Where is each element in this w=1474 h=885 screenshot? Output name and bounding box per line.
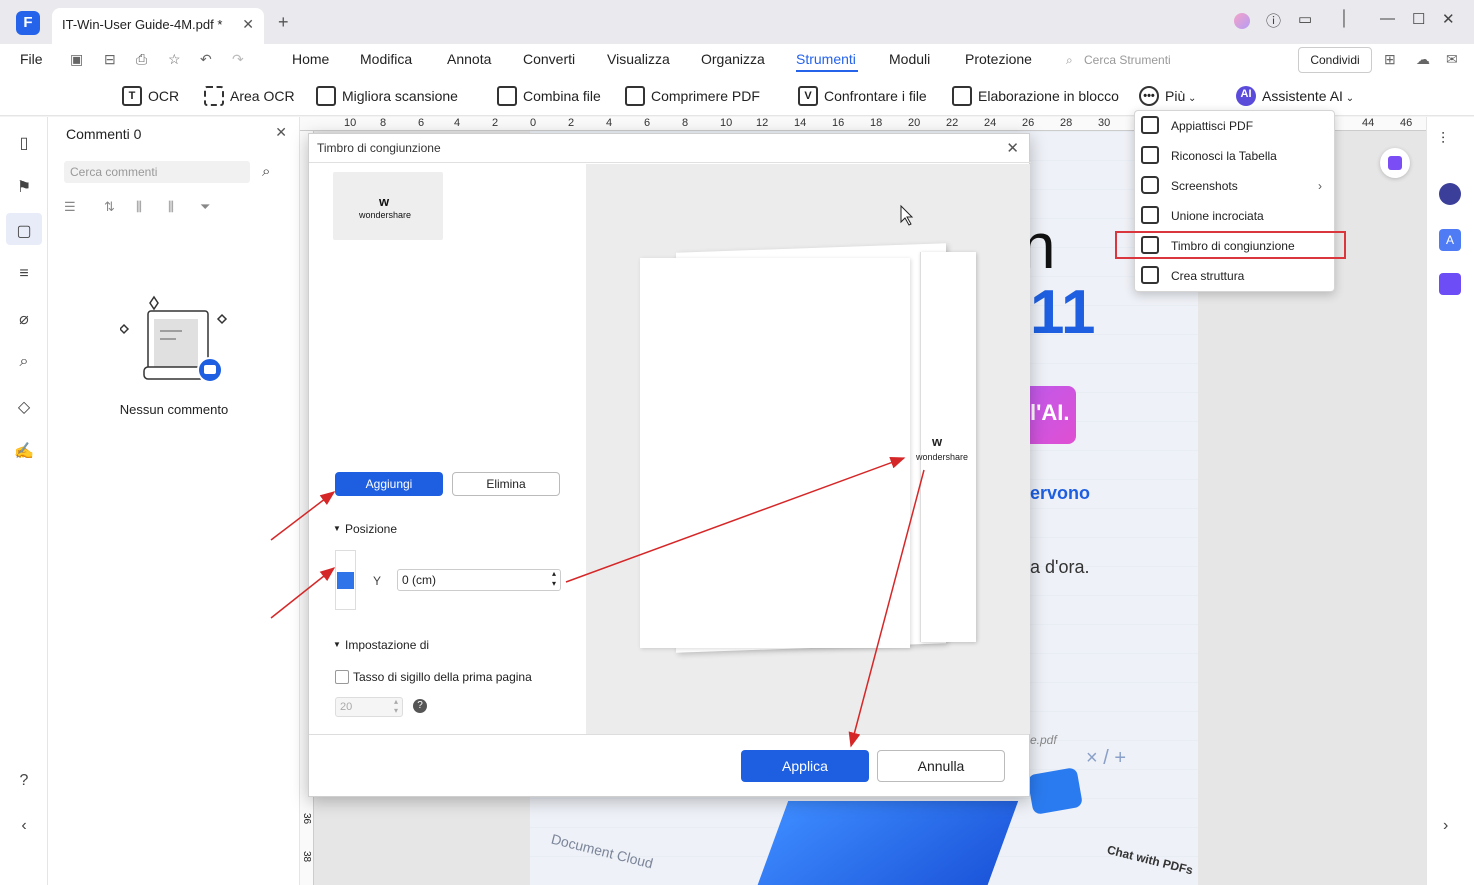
arrow-to-preview-stamp <box>565 457 906 583</box>
arrow-to-position-selector <box>270 567 336 619</box>
arrow-to-add-button <box>270 491 336 541</box>
arrow-to-apply-button <box>848 469 925 748</box>
mouse-cursor-icon <box>900 204 914 226</box>
annotation-arrows <box>270 204 925 748</box>
